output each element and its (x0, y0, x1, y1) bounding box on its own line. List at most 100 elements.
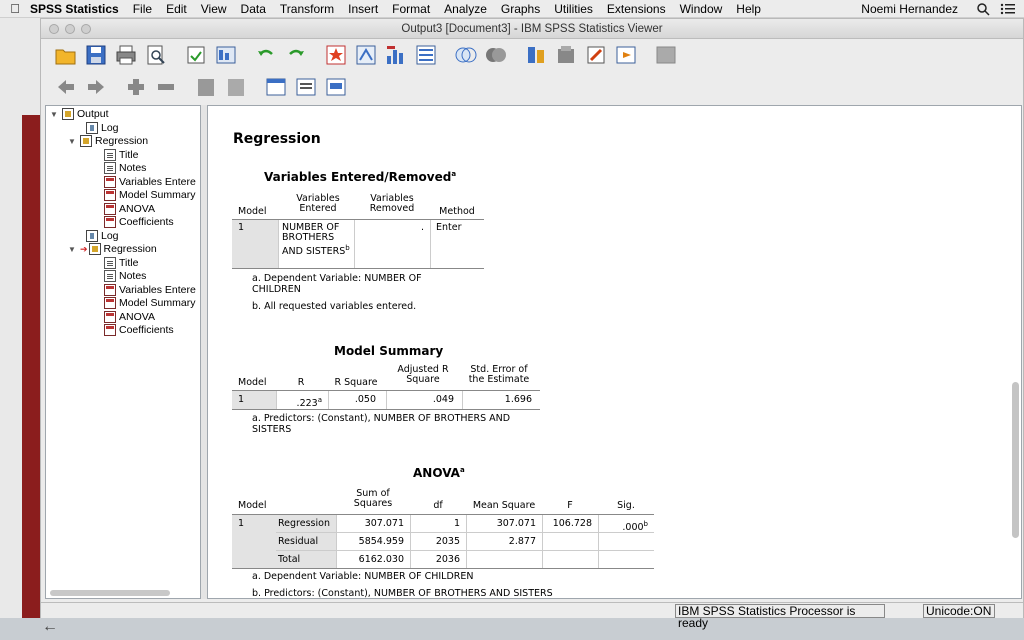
background-window-red (22, 115, 40, 640)
cell-df: 1 (453, 518, 460, 529)
menu-edit[interactable]: Edit (166, 2, 187, 16)
save-icon[interactable] (83, 42, 109, 68)
rule (328, 391, 329, 409)
menu-insert[interactable]: Insert (348, 2, 378, 16)
split-file-icon[interactable] (413, 42, 439, 68)
insert-output-icon[interactable] (553, 42, 579, 68)
spotlight-search-icon[interactable] (976, 2, 992, 16)
menu-extensions[interactable]: Extensions (607, 2, 666, 16)
collapse-icon[interactable] (153, 74, 179, 100)
back-arrow-icon[interactable]: ← (42, 618, 58, 636)
zoom-window-icon[interactable] (81, 24, 91, 34)
user-name[interactable]: Noemi Hernandez (861, 2, 958, 16)
variables-icon[interactable] (383, 42, 409, 68)
outline-node-anova[interactable]: ANOVA (104, 203, 155, 215)
insert-title-icon[interactable] (293, 74, 319, 100)
outline-node-coefficients[interactable]: Coefficients (104, 324, 174, 336)
outline-node-model-summary[interactable]: Model Summary (104, 297, 195, 309)
back-icon[interactable] (53, 74, 79, 100)
menu-utilities[interactable]: Utilities (554, 2, 593, 16)
open-folder-icon[interactable] (53, 42, 79, 68)
row-r: .223a (296, 396, 322, 410)
expand-icon[interactable] (123, 74, 149, 100)
app-menu[interactable]: SPSS Statistics (30, 2, 119, 16)
outline-node-title[interactable]: Title (104, 149, 138, 161)
rule (278, 220, 279, 268)
outline-node-model-summary[interactable]: Model Summary (104, 189, 195, 201)
content-vertical-scrollbar[interactable] (1012, 382, 1019, 538)
minimize-window-icon[interactable] (65, 24, 75, 34)
table-icon (104, 176, 116, 188)
cell-df: 2035 (435, 536, 460, 547)
print-icon[interactable] (113, 42, 139, 68)
row-model: 1 (238, 222, 245, 233)
print-preview-icon[interactable] (143, 42, 169, 68)
col-header-entered: Variables Entered (296, 193, 340, 214)
rule (430, 220, 431, 268)
menu-help[interactable]: Help (736, 2, 761, 16)
insert-heading-icon[interactable] (263, 74, 289, 100)
cell-f: 106.728 (552, 518, 592, 529)
cell-ms: 2.877 (508, 536, 536, 547)
recall-dialog-icon[interactable] (213, 42, 239, 68)
dock (0, 618, 1024, 640)
outline-node-output[interactable]: ▼ Output (50, 108, 109, 120)
close-window-icon[interactable] (49, 24, 59, 34)
outline-node-regression-current[interactable]: ▼ ➔ Regression (68, 243, 157, 255)
goto-case-icon[interactable] (353, 42, 379, 68)
title-page-icon (104, 149, 116, 161)
hide-icon[interactable] (223, 74, 249, 100)
show-icon[interactable] (193, 74, 219, 100)
outline-node-notes[interactable]: Notes (104, 270, 146, 282)
undo-icon[interactable] (253, 42, 279, 68)
goto-data-icon[interactable] (323, 42, 349, 68)
disclosure-triangle-icon[interactable]: ▼ (68, 137, 80, 146)
outline-node-coefficients[interactable]: Coefficients (104, 216, 174, 228)
menu-analyze[interactable]: Analyze (444, 2, 487, 16)
redo-icon[interactable] (283, 42, 309, 68)
forward-icon[interactable] (83, 74, 109, 100)
rule (354, 220, 355, 268)
outline-horizontal-scrollbar[interactable] (50, 590, 170, 596)
value-labels-icon[interactable] (483, 42, 509, 68)
row-removed: . (420, 222, 424, 233)
row-std-error: 1.696 (504, 394, 532, 405)
outline-node-anova[interactable]: ANOVA (104, 311, 155, 323)
outline-node-variables-entered[interactable]: Variables Entere (104, 176, 196, 188)
rule (410, 515, 411, 568)
disclosure-triangle-icon[interactable]: ▼ (50, 110, 62, 119)
outline-toolbar (41, 71, 1023, 103)
system-menu-bar:  SPSS Statistics File Edit View Data Tr… (0, 0, 1024, 18)
insert-text-icon[interactable] (323, 74, 349, 100)
notes-page-icon (104, 162, 116, 174)
menu-data[interactable]: Data (241, 2, 266, 16)
outline-node-log[interactable]: Log (86, 230, 119, 242)
outline-node-title[interactable]: Title (104, 257, 138, 269)
window-titlebar: Output3 [Document3] - IBM SPSS Statistic… (41, 19, 1023, 39)
outline-node-notes[interactable]: Notes (104, 162, 146, 174)
output-book-icon (62, 108, 74, 120)
menu-graphs[interactable]: Graphs (501, 2, 540, 16)
edit-icon[interactable] (583, 42, 609, 68)
apple-menu-icon[interactable]:  (0, 1, 30, 16)
col-header-r: R (297, 377, 305, 388)
row-r-square: .050 (354, 394, 376, 405)
col-header-f: F (567, 500, 573, 511)
menu-transform[interactable]: Transform (280, 2, 334, 16)
outline-node-regression[interactable]: ▼ Regression (68, 135, 148, 147)
notification-center-icon[interactable] (1000, 2, 1016, 16)
use-sets-icon[interactable] (523, 42, 549, 68)
outline-node-log[interactable]: Log (86, 122, 119, 134)
outline-node-variables-entered[interactable]: Variables Entere (104, 284, 196, 296)
table-title: Variables Entered/Removeda (264, 170, 457, 184)
menu-file[interactable]: File (133, 2, 152, 16)
select-cases-icon[interactable] (453, 42, 479, 68)
menu-view[interactable]: View (201, 2, 227, 16)
designate-window-icon[interactable] (613, 42, 639, 68)
footnote-a: a. Dependent Variable: NUMBER OF CHILDREN (252, 273, 422, 295)
export-icon[interactable] (183, 42, 209, 68)
menu-format[interactable]: Format (392, 2, 430, 16)
regression-book-icon (88, 243, 101, 255)
menu-window[interactable]: Window (680, 2, 723, 16)
disclosure-triangle-icon[interactable]: ▼ (68, 245, 80, 254)
